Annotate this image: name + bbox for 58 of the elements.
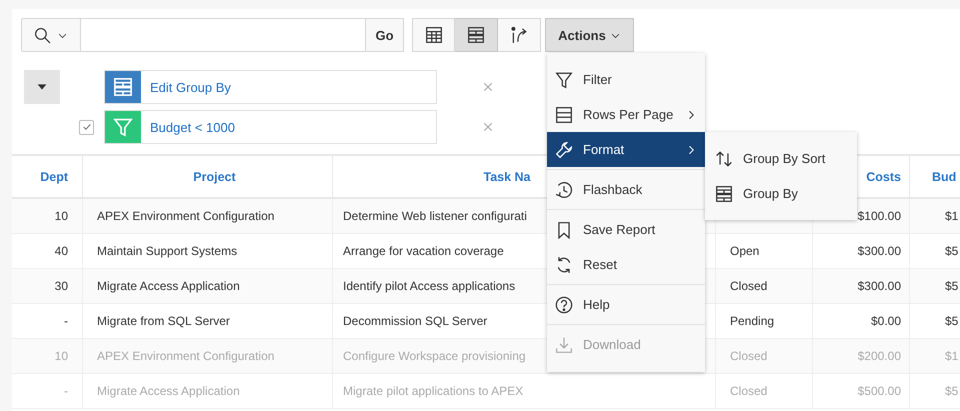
table-cell: Closed xyxy=(716,374,813,409)
table-cell: Migrate Access Application xyxy=(83,269,333,304)
table-cell: $1 xyxy=(910,199,960,234)
history-icon xyxy=(555,180,573,198)
checkbox[interactable] xyxy=(79,120,94,134)
collapse-toggle[interactable] xyxy=(24,70,60,104)
table-cell: 30 xyxy=(12,269,83,304)
group-by-icon xyxy=(467,26,485,44)
column-header[interactable]: Dept xyxy=(40,170,68,184)
close-icon xyxy=(482,121,494,133)
table-cell: $200.00 xyxy=(813,339,910,374)
filter-icon xyxy=(555,70,573,88)
table-cell: $1 xyxy=(910,339,960,374)
table-cell: Migrate pilot applications to APEX xyxy=(333,374,716,409)
sort-arrows-icon xyxy=(715,150,733,168)
help-icon xyxy=(555,296,573,314)
filter-icon xyxy=(113,117,133,137)
table-cell: $5 xyxy=(910,374,960,409)
filter-link[interactable]: Budget < 1000 xyxy=(104,110,437,144)
search-options-button[interactable] xyxy=(21,18,81,52)
download-icon xyxy=(555,336,573,354)
table-cell: $500.00 xyxy=(813,374,910,409)
table-cell: Migrate Access Application xyxy=(83,374,333,409)
menu-item[interactable]: Filter xyxy=(547,62,705,97)
column-header[interactable]: Project xyxy=(193,170,236,184)
column-header[interactable]: Costs xyxy=(866,170,901,184)
table-cell: APEX Environment Configuration xyxy=(83,339,333,374)
wrench-icon xyxy=(555,140,573,158)
menu-item[interactable]: Group By Sort xyxy=(705,141,857,176)
search-icon xyxy=(34,26,51,44)
menu-item[interactable]: Format xyxy=(547,132,705,167)
view-button[interactable] xyxy=(455,18,498,52)
group-by-icon xyxy=(113,77,133,97)
actions-button[interactable]: Actions xyxy=(545,18,634,52)
refresh-icon xyxy=(555,256,573,274)
table-cell: 10 xyxy=(12,339,83,374)
table-cell: - xyxy=(12,374,83,409)
view-button[interactable] xyxy=(412,18,455,52)
go-button[interactable]: Go xyxy=(365,18,404,52)
table-cell: APEX Environment Configuration xyxy=(83,199,333,234)
view-button[interactable] xyxy=(498,18,541,52)
grid-icon xyxy=(424,26,442,44)
group-by-link[interactable]: Edit Group By xyxy=(104,70,437,104)
rows-icon xyxy=(555,106,573,124)
close-icon xyxy=(482,81,494,93)
menu-item[interactable]: Help xyxy=(547,287,705,322)
table-cell: 10 xyxy=(12,199,83,234)
table-cell: $300.00 xyxy=(813,269,910,304)
menu-item[interactable]: Rows Per Page xyxy=(547,97,705,132)
table-cell: $5 xyxy=(910,269,960,304)
bent-arrow-icon xyxy=(510,26,528,44)
search-field[interactable] xyxy=(81,18,365,52)
group-by-icon xyxy=(715,184,733,202)
table-cell: Closed xyxy=(716,339,813,374)
column-header[interactable]: Bud xyxy=(932,170,956,184)
column-header[interactable]: Task Na xyxy=(483,170,530,184)
table-cell: Closed xyxy=(716,269,813,304)
menu-item[interactable]: Flashback xyxy=(547,172,705,207)
